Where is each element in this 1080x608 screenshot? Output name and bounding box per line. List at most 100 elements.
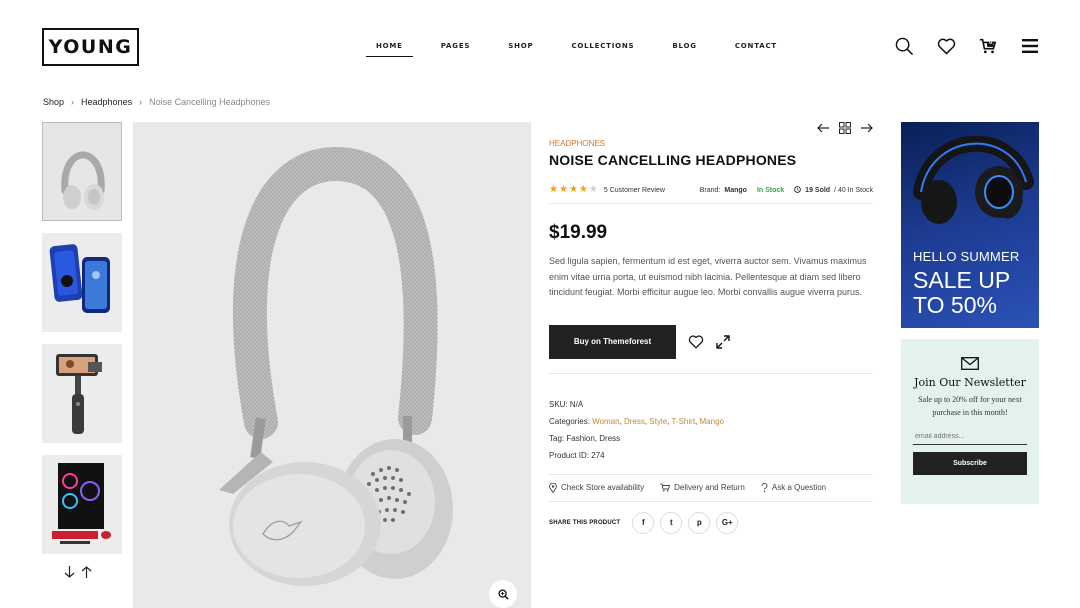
previous-product-icon[interactable]: [817, 123, 829, 133]
product-id-value: 274: [591, 450, 605, 460]
main-nav: HOME PAGES SHOP COLLECTIONS BLOG CONTACT: [366, 42, 787, 57]
delivery-return-link[interactable]: Delivery and Return: [660, 483, 745, 492]
product-description: Sed ligula sapien, fermentum id est eget…: [549, 256, 867, 297]
cart-icon[interactable]: 0: [978, 36, 998, 56]
chevron-right-icon: ›: [139, 97, 143, 107]
brand-name[interactable]: Mango: [724, 187, 747, 194]
newsletter-email-input[interactable]: [913, 429, 1027, 445]
star-empty-icon: ★: [588, 184, 598, 195]
headphones-image: [219, 147, 453, 586]
nav-collections[interactable]: COLLECTIONS: [561, 42, 644, 57]
wishlist-heart-icon[interactable]: [936, 36, 956, 56]
chevron-right-icon: ›: [71, 97, 75, 107]
menu-icon[interactable]: [1020, 36, 1040, 56]
pinterest-share-button[interactable]: p: [688, 511, 711, 534]
envelope-icon: [901, 357, 1039, 370]
star-icon: ★: [549, 184, 558, 195]
category-link[interactable]: Style: [649, 417, 667, 426]
header-icons: 0: [894, 36, 1040, 56]
arrow-down-icon[interactable]: [64, 565, 75, 583]
buy-button[interactable]: Buy on Themeforest: [549, 324, 676, 359]
breadcrumb-shop[interactable]: Shop: [43, 97, 64, 107]
star-icon: ★: [568, 184, 578, 195]
product-meta: SKU: N/A Categories: Woman, Dress, Style…: [549, 396, 873, 464]
stock-meta: Brand: Mango In Stock 19 Sold / 40 In St…: [699, 185, 873, 195]
rating-row: ★ ★ ★ ★ ★ 5 Customer Review Brand: Mango…: [549, 185, 873, 195]
ask-question-link[interactable]: Ask a Question: [761, 482, 827, 493]
clock-icon: [794, 185, 801, 195]
wishlist-heart-icon[interactable]: [688, 334, 704, 349]
tag-row: Tag: Fashion, Dress: [549, 430, 873, 447]
check-store-link[interactable]: Check Store availability: [549, 482, 645, 493]
divider: [549, 372, 873, 374]
search-icon[interactable]: [894, 36, 914, 56]
buy-actions: [688, 334, 730, 349]
categories-row: Categories: Woman, Dress, Style, T-Shirt…: [549, 416, 724, 426]
buy-row: Buy on Themeforest: [549, 324, 873, 359]
share-row: SHARE THIS PRODUCT f t p G+: [549, 511, 873, 534]
category-link[interactable]: Mango: [700, 417, 724, 426]
category-link[interactable]: Woman: [592, 417, 619, 426]
brand-label: Brand:: [699, 186, 721, 194]
share-label: SHARE THIS PRODUCT: [549, 519, 621, 526]
banner-sale-line1: SALE UP: [913, 267, 1011, 293]
compare-icon[interactable]: [716, 334, 730, 349]
zoom-button[interactable]: [489, 580, 517, 608]
gaming-headset-image: [913, 135, 1034, 224]
thumbnail-gaming-pc[interactable]: [42, 455, 122, 554]
nav-contact[interactable]: CONTACT: [725, 42, 787, 57]
thumbnail-phone-gimbal[interactable]: [42, 344, 122, 443]
promo-banner[interactable]: HELLO SUMMER SALE UP TO 50%: [901, 122, 1039, 328]
breadcrumb-current: Noise Cancelling Headphones: [149, 97, 271, 107]
divider: [549, 500, 873, 502]
category-link[interactable]: Dress: [624, 417, 645, 426]
subscribe-button[interactable]: Subscribe: [913, 452, 1027, 475]
nav-shop[interactable]: SHOP: [498, 42, 543, 57]
location-pin-icon: [549, 482, 557, 493]
thumbnail-list: [42, 122, 122, 566]
logo[interactable]: YOUNG: [42, 28, 139, 66]
zoom-in-icon: [497, 588, 509, 600]
banner-hello: HELLO SUMMER: [913, 249, 1020, 264]
sku-value: N/A: [569, 399, 584, 409]
category-link[interactable]: T-Shirt: [671, 417, 695, 426]
tag-values[interactable]: Fashion, Dress: [566, 434, 620, 443]
product-id-row: Product ID: 274: [549, 447, 873, 464]
check-store-label: Check Store availability: [561, 483, 645, 492]
nav-blog[interactable]: BLOG: [662, 42, 706, 57]
twitter-share-button[interactable]: t: [660, 511, 683, 534]
sold-count: 19 Sold: [805, 186, 831, 194]
ask-question-label: Ask a Question: [771, 483, 827, 492]
sku-label: SKU:: [549, 399, 568, 409]
divider: [549, 203, 873, 204]
next-product-icon[interactable]: [861, 123, 873, 133]
product-id-label: Product ID:: [549, 450, 590, 460]
product-price: $19.99: [549, 222, 608, 243]
newsletter-text: Sale up to 20% off for your next purchas…: [918, 395, 1022, 417]
info-links: Check Store availability Delivery and Re…: [549, 475, 873, 501]
grid-icon[interactable]: [839, 122, 851, 134]
sku-row: SKU: N/A: [549, 396, 873, 413]
facebook-share-button[interactable]: f: [632, 511, 655, 534]
banner-sale: SALE UP TO 50%: [913, 268, 1010, 318]
stock-total: / 40 In Stock: [834, 186, 873, 194]
nav-pages[interactable]: PAGES: [431, 42, 480, 57]
main-product-image[interactable]: [133, 122, 531, 608]
nav-home[interactable]: HOME: [366, 42, 413, 57]
thumbnail-phone-case[interactable]: [42, 233, 122, 332]
breadcrumb-headphones[interactable]: Headphones: [81, 97, 132, 107]
thumbnail-headphones[interactable]: [42, 122, 122, 221]
review-count[interactable]: 5 Customer Review: [604, 187, 665, 194]
categories-label: Categories:: [549, 416, 590, 426]
tag-label: Tag:: [549, 433, 565, 443]
stock-status: In Stock: [756, 186, 785, 194]
cart-count: 0: [989, 40, 993, 46]
question-icon: [761, 482, 768, 492]
thumbnail-nav: [64, 565, 92, 583]
newsletter-box: Join Our Newsletter Sale up to 20% off f…: [901, 339, 1039, 504]
product-category[interactable]: HEADPHONES: [549, 139, 873, 148]
truck-icon: [660, 483, 671, 492]
google-plus-share-button[interactable]: G+: [716, 511, 739, 534]
product-nav: [817, 122, 873, 134]
arrow-up-icon[interactable]: [81, 565, 92, 583]
